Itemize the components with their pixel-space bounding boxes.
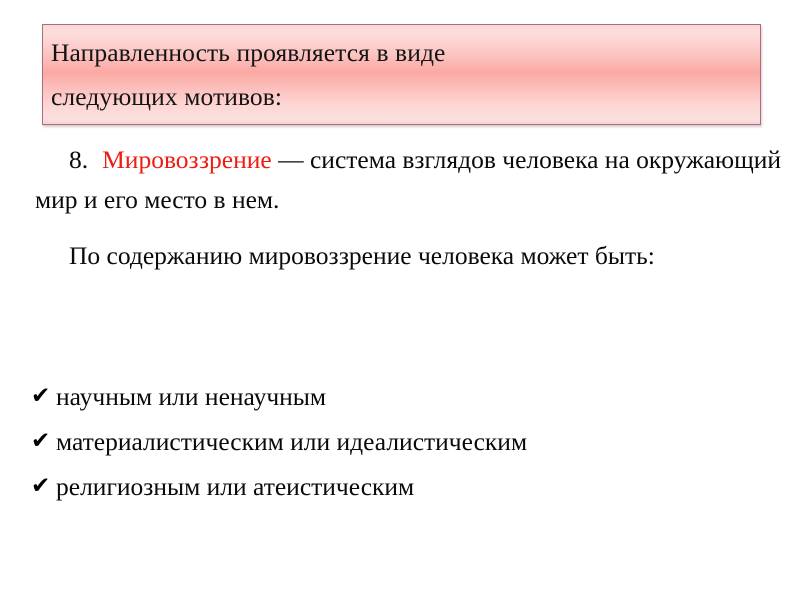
- checkmark-bullet-icon: ✔: [31, 473, 51, 499]
- checkmark-list: ✔ научным или ненаучным ✔ материалистиче…: [31, 374, 781, 509]
- list-item: ✔ религиозным или атеистическим: [31, 464, 781, 509]
- checkmark-bullet-icon: ✔: [31, 428, 51, 454]
- definition-paragraph: 8. Мировоззрение — система взглядов челов…: [35, 140, 781, 220]
- list-item: ✔ материалистическим или идеалистическим: [31, 419, 781, 464]
- content-paragraph: По содержанию мировоззрение человека мож…: [69, 241, 655, 270]
- highlighted-term: Мировоззрение: [102, 145, 272, 174]
- em-dash: —: [278, 145, 304, 174]
- list-number: 8.: [69, 145, 89, 174]
- list-item-label: научным или ненаучным: [56, 382, 327, 411]
- slide-title: Направленность проявляется в виде следую…: [51, 38, 446, 111]
- list-item-label: религиозным или атеистическим: [56, 472, 415, 501]
- slide-canvas: Направленность проявляется в виде следую…: [0, 0, 800, 600]
- list-item: ✔ научным или ненаучным: [31, 374, 781, 419]
- checkmark-bullet-icon: ✔: [31, 383, 51, 409]
- slide-body: 8. Мировоззрение — система взглядов челов…: [35, 140, 781, 276]
- title-banner: Направленность проявляется в виде следую…: [42, 24, 761, 125]
- list-item-label: материалистическим или идеалистическим: [56, 427, 528, 456]
